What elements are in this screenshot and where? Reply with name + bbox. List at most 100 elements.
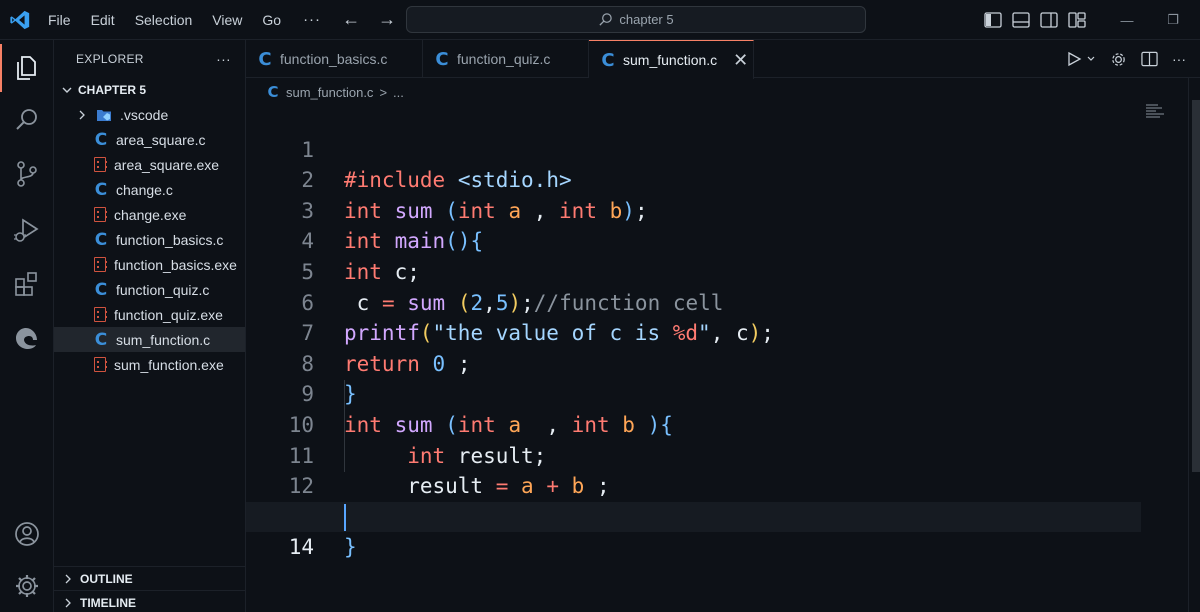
text-cursor: [344, 503, 346, 531]
chevron-down-icon: [62, 87, 72, 93]
code-line[interactable]: 5 c = sum (2,5);//function cell: [246, 226, 1146, 315]
tree-item-label: area_square.c: [116, 131, 206, 148]
menu-more-button[interactable]: ···: [291, 11, 333, 28]
timeline-section[interactable]: TIMELINE: [54, 590, 246, 612]
c-file-icon: C: [267, 83, 279, 101]
edge-browser-icon[interactable]: [0, 314, 54, 362]
run-and-debug-icon[interactable]: [0, 206, 54, 254]
code-editor[interactable]: 1 #include <stdio.h> 2 int sum (int a , …: [246, 104, 1200, 612]
tree-item-file[interactable]: C function_basics.c: [54, 227, 245, 252]
chevron-right-icon: [79, 110, 85, 119]
chevron-down-icon[interactable]: [1086, 54, 1096, 64]
menu-file[interactable]: File: [40, 0, 81, 40]
explorer-sidebar: EXPLORER ··· CHAPTER 5 .vscode C area_sq…: [54, 40, 246, 612]
tree-item-file[interactable]: sum_function.exe: [54, 352, 245, 377]
code-line[interactable]: 4 int c;: [246, 196, 1146, 284]
menu-edit[interactable]: Edit: [81, 0, 125, 40]
tab-label: function_quiz.c: [457, 51, 551, 67]
source-control-icon[interactable]: [0, 150, 54, 198]
c-file-icon: C: [94, 229, 108, 250]
code-line[interactable]: 3 int main(){: [246, 165, 1146, 254]
tree-item-file[interactable]: C area_square.c: [54, 127, 245, 152]
c-file-icon: C: [94, 129, 108, 150]
code-line[interactable]: 10 int result;: [246, 379, 1146, 468]
folder-header[interactable]: CHAPTER 5: [54, 78, 245, 102]
menu-go[interactable]: Go: [252, 0, 291, 40]
toggle-primary-sidebar-icon[interactable]: [984, 12, 1002, 28]
tree-item-label: sum_function.exe: [114, 356, 224, 373]
tab-function-basics[interactable]: C function_basics.c: [246, 40, 423, 78]
manage-gear-icon[interactable]: [0, 562, 54, 610]
minimap[interactable]: [1146, 104, 1166, 122]
c-file-icon: C: [435, 48, 449, 70]
code-line-current[interactable]: 14: [246, 501, 1141, 559]
binary-file-icon: [94, 207, 107, 222]
code-line[interactable]: 1 #include <stdio.h>: [246, 104, 1146, 193]
tree-item-file[interactable]: area_square.exe: [54, 152, 245, 177]
title-bar: File Edit Selection View Go ··· ← → chap…: [0, 0, 1200, 40]
explorer-title: EXPLORER: [76, 52, 144, 66]
tree-item-label: change.c: [116, 181, 173, 198]
c-file-icon: C: [94, 329, 108, 350]
outline-section[interactable]: OUTLINE: [54, 566, 246, 590]
chevron-right-icon: [65, 598, 71, 607]
accounts-icon[interactable]: [0, 510, 54, 558]
menu-view[interactable]: View: [202, 0, 252, 40]
c-file-icon: C: [601, 49, 615, 71]
close-icon[interactable]: ✕: [733, 50, 748, 71]
back-arrow-icon[interactable]: ←: [333, 9, 369, 30]
toggle-secondary-sidebar-icon[interactable]: [1040, 12, 1058, 28]
breadcrumb-rest[interactable]: ...: [393, 85, 404, 100]
binary-file-icon: [94, 257, 107, 272]
timeline-label: TIMELINE: [80, 595, 136, 610]
more-actions-button[interactable]: ···: [1172, 51, 1186, 67]
code-line[interactable]: 11 result = a + b ;: [246, 410, 1146, 499]
scrollbar-thumb[interactable]: [1192, 100, 1200, 472]
explorer-activity-icon[interactable]: [0, 44, 54, 92]
tree-item-file[interactable]: function_quiz.exe: [54, 302, 245, 327]
run-icon[interactable]: [1066, 51, 1082, 67]
search-activity-icon[interactable]: [0, 96, 54, 144]
breadcrumb-file[interactable]: sum_function.c: [286, 85, 373, 100]
restore-icon[interactable]: ❐: [1150, 12, 1196, 28]
code-line[interactable]: 9 int sum (int a , int b ){: [246, 349, 1146, 437]
binary-file-icon: [94, 307, 107, 322]
tree-item-file[interactable]: C function_quiz.c: [54, 277, 245, 302]
toggle-panel-icon[interactable]: [1012, 12, 1030, 28]
customize-layout-icon[interactable]: [1068, 12, 1086, 28]
folder-name: CHAPTER 5: [78, 83, 147, 97]
close-window-icon[interactable]: ✕: [1196, 12, 1200, 28]
tree-item-file[interactable]: change.exe: [54, 202, 245, 227]
tree-item-label: function_quiz.exe: [114, 306, 223, 323]
minimize-icon[interactable]: —: [1104, 13, 1150, 28]
explorer-more-button[interactable]: ···: [216, 51, 231, 67]
extensions-icon[interactable]: [0, 260, 54, 308]
settings-gear-icon[interactable]: [1110, 51, 1127, 68]
search-icon: [599, 13, 613, 26]
tab-function-quiz[interactable]: C function_quiz.c: [423, 40, 589, 78]
c-file-icon: C: [94, 179, 108, 200]
forward-arrow-icon[interactable]: →: [369, 9, 405, 30]
menu-selection[interactable]: Selection: [125, 0, 203, 40]
code-line[interactable]: 2 int sum (int a , int b);: [246, 135, 1146, 223]
code-line[interactable]: 8 }: [246, 318, 1146, 407]
tree-item-file-selected[interactable]: C sum_function.c: [54, 327, 245, 352]
tab-sum-function[interactable]: C sum_function.c ✕: [589, 40, 754, 79]
code-line[interactable]: 13 }: [246, 471, 1146, 560]
code-line[interactable]: 6 printf("the value of c is %d", c);: [246, 257, 1146, 346]
tree-item-label: function_basics.exe: [114, 256, 237, 273]
c-file-icon: C: [258, 48, 272, 70]
tree-item-file[interactable]: function_basics.exe: [54, 252, 245, 277]
tab-label: sum_function.c: [623, 52, 718, 68]
editor-scrollbar[interactable]: [1188, 78, 1200, 612]
line-number: 14: [288, 535, 314, 560]
editor-tab-bar: C function_basics.c C function_quiz.c C …: [246, 40, 1200, 79]
code-text: }: [344, 535, 357, 560]
tree-item-vscode[interactable]: .vscode: [54, 102, 245, 127]
command-center-search[interactable]: chapter 5: [406, 6, 866, 33]
tree-item-file[interactable]: C change.c: [54, 177, 245, 202]
split-editor-icon[interactable]: [1141, 51, 1158, 67]
code-line[interactable]: 12 return result;: [246, 441, 1146, 529]
search-label: chapter 5: [619, 12, 674, 27]
code-line[interactable]: 7 return 0 ;: [246, 288, 1146, 376]
